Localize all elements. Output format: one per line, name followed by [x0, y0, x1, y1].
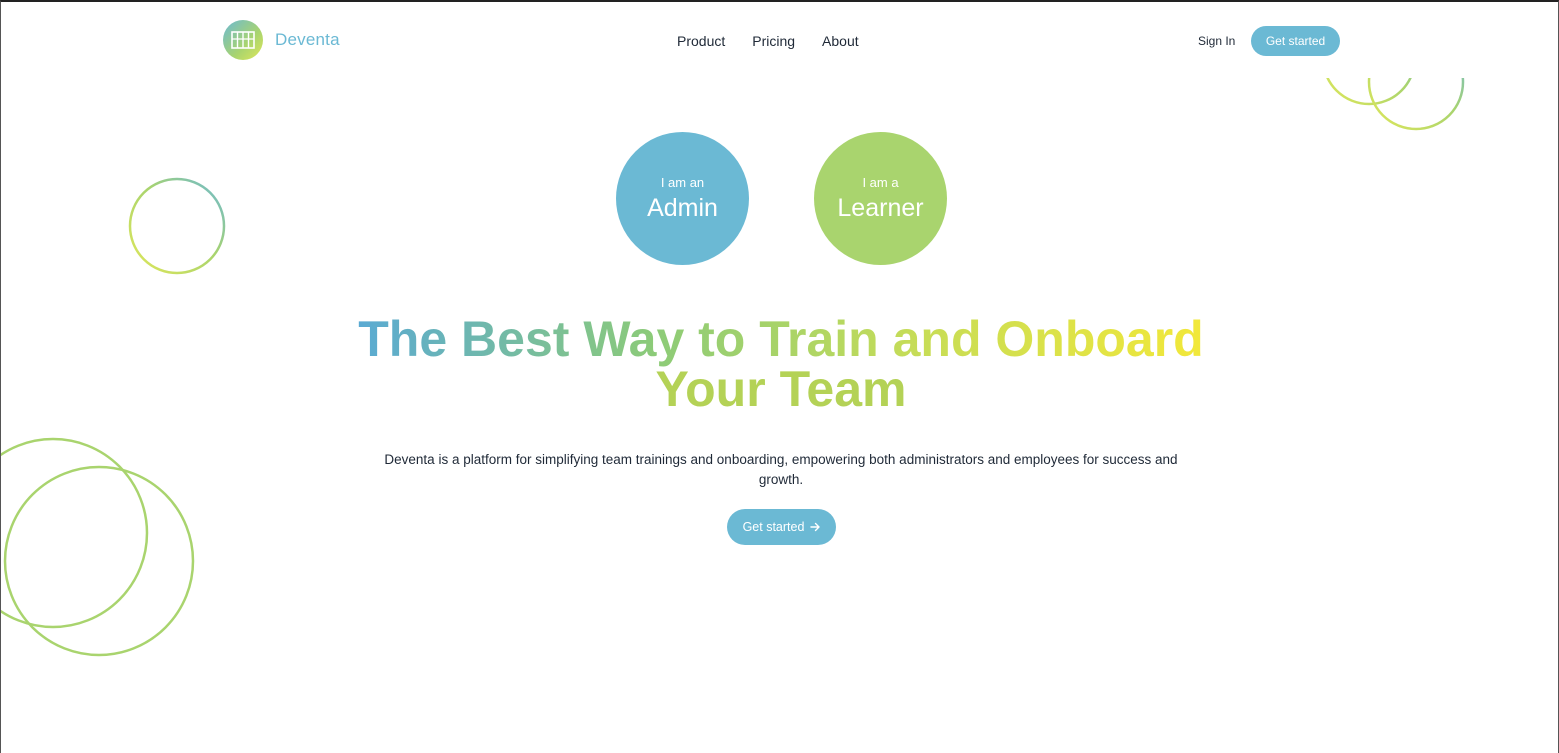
sign-in-link[interactable]: Sign In	[1198, 34, 1235, 48]
admin-role-button[interactable]: I am an Admin	[616, 132, 749, 265]
hero-title-line-2: Your Team	[655, 361, 907, 417]
brand-name: Deventa	[275, 30, 340, 49]
get-started-button[interactable]: Get started	[1251, 26, 1340, 56]
hero-get-started-button[interactable]: Get started	[727, 509, 836, 545]
nav-item-pricing[interactable]: Pricing	[752, 33, 795, 49]
deco-circle	[1326, 78, 1412, 106]
main-nav: Product Pricing About	[677, 33, 859, 49]
deco-circle	[1, 437, 149, 629]
nav-item-about[interactable]: About	[822, 33, 859, 49]
role-label: Admin	[647, 193, 718, 222]
role-prefix: I am an	[660, 174, 705, 190]
hero-title: The Best Way to Train and Onboard Your T…	[281, 314, 1281, 414]
role-label: Learner	[837, 193, 924, 222]
nav-item-product[interactable]: Product	[677, 33, 725, 49]
arrow-right-icon	[810, 522, 821, 532]
role-prefix: I am a	[862, 174, 899, 190]
deco-circle	[1367, 78, 1465, 131]
deco-circle	[128, 177, 226, 275]
brand[interactable]: Deventa	[223, 20, 340, 60]
page: Deventa Product Pricing About Sign In Ge…	[0, 0, 1559, 753]
deco-circle	[3, 465, 195, 657]
learner-role-button[interactable]: I am a Learner	[814, 132, 947, 265]
hero-subtitle: Deventa is a platform for simplifying te…	[384, 452, 1178, 487]
button-label: Get started	[742, 520, 805, 534]
hero-title-line-1: The Best Way to Train and Onboard	[358, 311, 1204, 367]
logo-icon	[223, 20, 263, 60]
